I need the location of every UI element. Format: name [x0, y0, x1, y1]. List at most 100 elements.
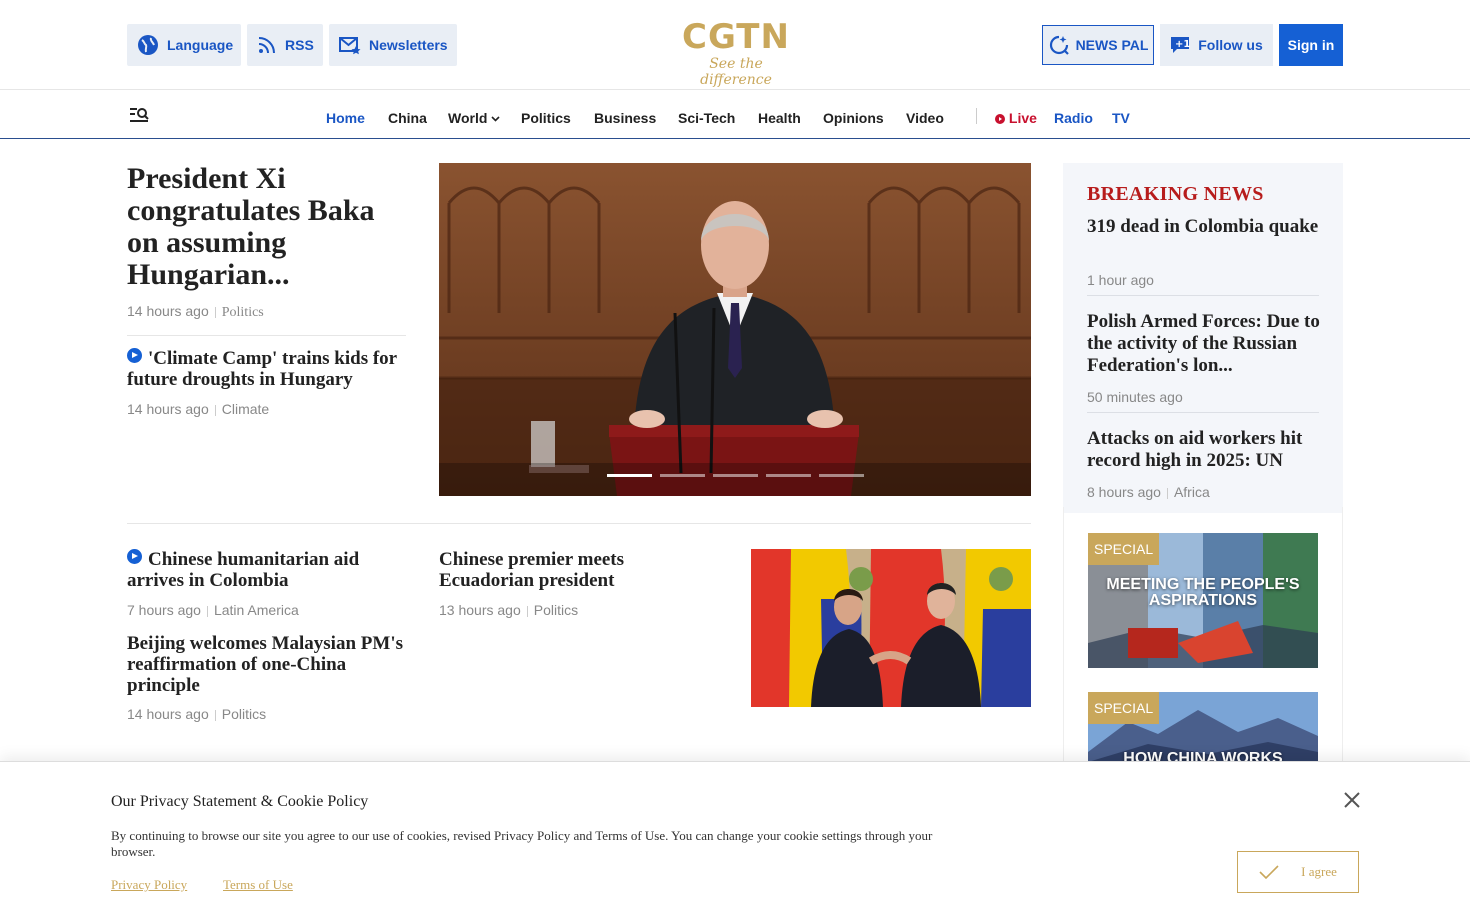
- special-card[interactable]: SPECIAL HOW CHINA WORKS: [1088, 692, 1318, 767]
- breaking-item-title[interactable]: Polish Armed Forces: Due to the activity…: [1087, 311, 1321, 377]
- meta-divider: [206, 605, 208, 617]
- story-category[interactable]: Politics: [222, 706, 266, 722]
- carousel-dot[interactable]: [766, 474, 811, 477]
- chevron-down-icon: [491, 110, 500, 126]
- special-tag: SPECIAL: [1088, 533, 1160, 565]
- meta-divider: [526, 605, 528, 617]
- divider: [127, 335, 406, 336]
- story-category[interactable]: Politics: [534, 602, 578, 618]
- special-card[interactable]: SPECIAL MEETING THE PEOPLE'S ASPIRATIONS: [1088, 533, 1318, 668]
- breaking-item-time: 50 minutes ago: [1087, 389, 1183, 405]
- story-colombia-aid[interactable]: Chinese humanitarian aid arrives in Colo…: [127, 549, 409, 619]
- meta-divider: [214, 709, 216, 721]
- hero-headline[interactable]: President Xi congratulates Baka on assum…: [127, 163, 407, 291]
- nav-business[interactable]: Business: [594, 109, 656, 127]
- rss-icon: [257, 34, 277, 56]
- nav-opinions[interactable]: Opinions: [823, 109, 884, 127]
- privacy-policy-link[interactable]: Privacy Policy: [111, 877, 187, 893]
- nav-home[interactable]: Home: [326, 109, 365, 127]
- nav-live[interactable]: Live: [995, 109, 1037, 127]
- nav-radio[interactable]: Radio: [1054, 109, 1093, 127]
- hero-time: 14 hours ago: [127, 303, 209, 319]
- divider: [1087, 412, 1319, 413]
- nav-china[interactable]: China: [388, 109, 427, 127]
- story-time: 14 hours ago: [127, 706, 209, 722]
- follow-label: Follow us: [1198, 37, 1263, 53]
- story-title: Chinese premier meets Ecuadorian preside…: [439, 549, 625, 591]
- nav-health[interactable]: Health: [758, 109, 801, 127]
- nav-politics[interactable]: Politics: [521, 109, 571, 127]
- cgtn-logo[interactable]: CGTN See the difference: [680, 17, 792, 88]
- carousel-dot[interactable]: [660, 474, 705, 477]
- breaking-item-category[interactable]: Africa: [1174, 484, 1210, 500]
- hero-meta: 14 hours ago Politics: [127, 302, 264, 322]
- newsletters-label: Newsletters: [369, 37, 448, 53]
- story-time: 13 hours ago: [439, 602, 521, 618]
- carousel-dot[interactable]: [819, 474, 864, 477]
- story-category[interactable]: Latin America: [214, 602, 299, 618]
- follow-us-button[interactable]: +1 Follow us: [1160, 24, 1273, 66]
- play-icon: [127, 549, 142, 564]
- meta-divider: [214, 306, 216, 318]
- check-icon: [1259, 865, 1279, 879]
- terms-of-use-link[interactable]: Terms of Use: [223, 877, 293, 893]
- language-label: Language: [167, 37, 234, 53]
- cookie-text: By continuing to browse our site you agr…: [111, 828, 933, 859]
- news-pal-icon: [1048, 34, 1070, 56]
- carousel-dot[interactable]: [713, 474, 758, 477]
- story-title: Beijing welcomes Malaysian PM's reaffirm…: [127, 633, 403, 696]
- story-category[interactable]: Climate: [222, 401, 269, 417]
- breaking-item-time: 8 hours ago: [1087, 484, 1161, 500]
- agree-button[interactable]: I agree: [1237, 851, 1359, 893]
- story-malaysia-pm[interactable]: Beijing welcomes Malaysian PM's reaffirm…: [127, 633, 409, 723]
- story-time: 14 hours ago: [127, 401, 209, 417]
- carousel-dot[interactable]: [607, 474, 652, 477]
- hero-photo: [439, 163, 1031, 496]
- story-time: 7 hours ago: [127, 602, 201, 618]
- nav-world[interactable]: World: [448, 109, 500, 127]
- story-climate-camp[interactable]: 'Climate Camp' trains kids for future dr…: [127, 348, 409, 418]
- follow-icon: +1: [1170, 35, 1190, 55]
- rss-button[interactable]: RSS: [247, 24, 323, 66]
- close-icon[interactable]: [1342, 790, 1362, 810]
- rss-label: RSS: [285, 37, 314, 53]
- mail-icon: [339, 34, 361, 56]
- menu-search-icon[interactable]: [128, 105, 150, 125]
- logo-tagline: See the difference: [700, 56, 772, 88]
- logo-text: CGTN: [682, 17, 790, 57]
- news-pal-label: NEWS PAL: [1075, 37, 1149, 53]
- divider: [1087, 295, 1319, 296]
- cookie-banner: Our Privacy Statement & Cookie Policy By…: [0, 761, 1470, 923]
- main-nav: Home China World Politics Business Sci-T…: [0, 91, 1470, 139]
- live-dot-icon: [995, 110, 1005, 126]
- special-tag: SPECIAL: [1088, 692, 1160, 724]
- globe-icon: [137, 34, 159, 56]
- breaking-item-title[interactable]: 319 dead in Colombia quake: [1087, 216, 1321, 238]
- cookie-title: Our Privacy Statement & Cookie Policy: [111, 793, 369, 810]
- play-icon: [127, 348, 142, 363]
- meta-divider: [214, 404, 216, 416]
- newsletters-button[interactable]: Newsletters: [329, 24, 457, 66]
- breaking-news-panel: BREAKING NEWS 319 dead in Colombia quake…: [1063, 163, 1343, 513]
- story-title: 'Climate Camp' trains kids for future dr…: [127, 348, 397, 390]
- breaking-item-time: 1 hour ago: [1087, 272, 1154, 288]
- top-bar: Language RSS Newsletters CGTN See the di…: [0, 0, 1470, 90]
- nav-sci-tech[interactable]: Sci-Tech: [678, 109, 735, 127]
- special-title: MEETING THE PEOPLE'S ASPIRATIONS: [1106, 576, 1300, 609]
- story-ecuador-image[interactable]: [751, 549, 1031, 707]
- specials-column: SPECIAL MEETING THE PEOPLE'S ASPIRATIONS…: [1063, 507, 1343, 767]
- language-button[interactable]: Language: [127, 24, 241, 66]
- sign-in-button[interactable]: Sign in: [1279, 24, 1343, 66]
- hero-category[interactable]: Politics: [222, 305, 264, 320]
- nav-tv[interactable]: TV: [1112, 109, 1130, 127]
- breaking-news-heading: BREAKING NEWS: [1087, 183, 1264, 205]
- section-divider: [127, 523, 1031, 524]
- hero-image-carousel[interactable]: [439, 163, 1031, 496]
- story-title: Chinese humanitarian aid arrives in Colo…: [127, 549, 360, 591]
- nav-world-label: World: [448, 110, 488, 126]
- story-ecuador-premier[interactable]: Chinese premier meets Ecuadorian preside…: [439, 549, 719, 619]
- nav-video[interactable]: Video: [906, 109, 944, 127]
- breaking-item-title[interactable]: Attacks on aid workers hit record high i…: [1087, 428, 1321, 472]
- carousel-indicators: [607, 474, 864, 477]
- news-pal-button[interactable]: NEWS PAL: [1042, 25, 1154, 65]
